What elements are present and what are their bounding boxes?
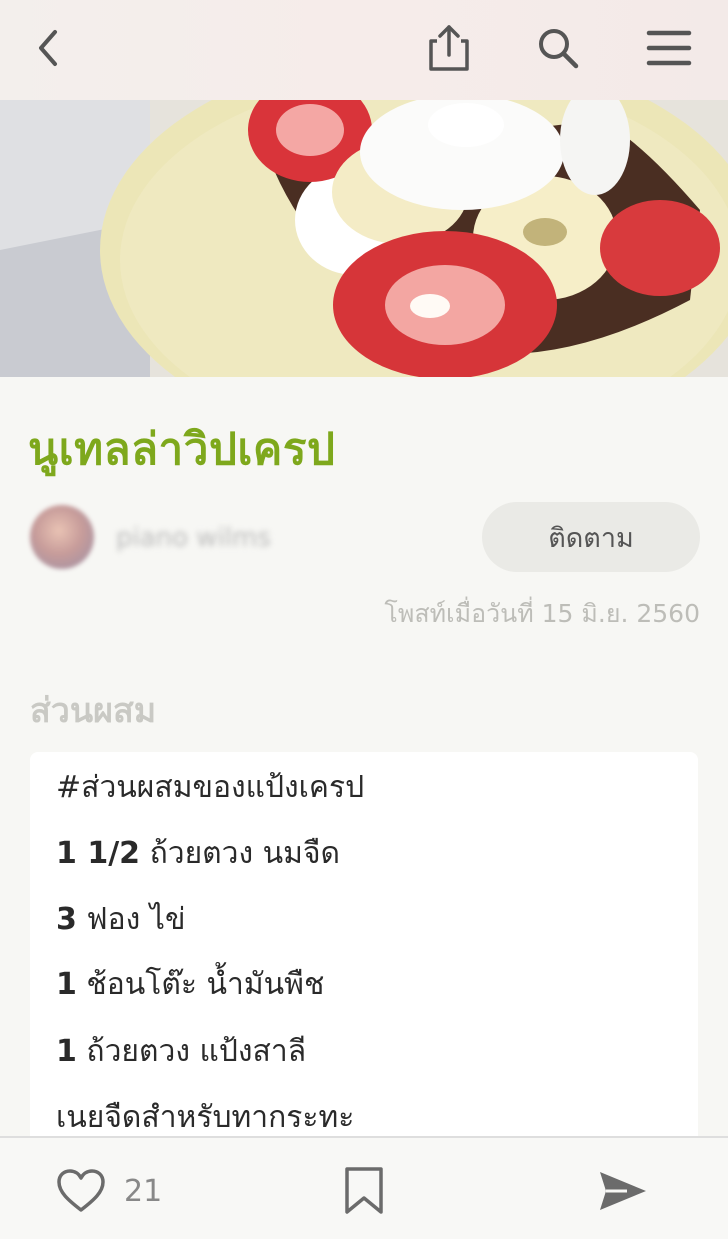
ingredient-quantity: 1 1/2 xyxy=(56,836,141,871)
ingredient-text: ถ้วยตวง นมจืด xyxy=(140,836,341,871)
bookmark-button[interactable] xyxy=(343,1166,385,1220)
ingredient-line: 1 ถ้วยตวง แป้งสาลี xyxy=(56,1028,306,1075)
ingredient-quantity: 3 xyxy=(56,902,77,937)
avatar[interactable] xyxy=(30,505,94,569)
ingredient-line: เนยจืดสำหรับทากระทะ xyxy=(56,1094,354,1141)
bottom-action-bar: 21 xyxy=(0,1136,728,1239)
share-icon xyxy=(429,25,469,71)
recipe-hero-image xyxy=(0,100,728,377)
ingredient-line: #ส่วนผสมของแป้งเครป xyxy=(56,764,364,811)
top-navigation-bar xyxy=(0,0,728,100)
heart-icon xyxy=(57,1169,105,1212)
ingredient-text: เนยจืดสำหรับทากระทะ xyxy=(56,1100,355,1135)
ingredient-text: #ส่วนผสมของแป้งเครป xyxy=(56,770,365,805)
ingredient-line: 1 1/2 ถ้วยตวง นมจืด xyxy=(56,830,340,877)
bookmark-icon xyxy=(345,1167,383,1214)
ingredient-text: ฟอง ไข่ xyxy=(76,902,186,937)
search-icon xyxy=(539,29,579,69)
share-button[interactable] xyxy=(421,20,477,76)
chevron-left-icon xyxy=(39,30,57,66)
posted-date: โพสท์เมื่อวันที่ 15 มิ.ย. 2560 xyxy=(384,599,700,628)
like-button[interactable] xyxy=(56,1168,106,1218)
hamburger-menu-icon xyxy=(646,30,692,66)
author-name[interactable]: piano wilms xyxy=(116,523,271,553)
ingredients-heading: ส่วนผสม xyxy=(30,691,157,731)
ingredient-text: ช้อนโต๊ะ น้ำมันพืช xyxy=(76,967,325,1002)
send-button[interactable] xyxy=(597,1168,649,1218)
back-button[interactable] xyxy=(20,20,76,76)
ingredient-line: 1 ช้อนโต๊ะ น้ำมันพืช xyxy=(56,961,324,1008)
ingredient-quantity: 1 xyxy=(56,1034,77,1069)
like-count: 21 xyxy=(124,1174,163,1209)
ingredient-quantity: 1 xyxy=(56,967,77,1002)
ingredient-line: 3 ฟอง ไข่ xyxy=(56,896,185,943)
send-icon xyxy=(600,1172,646,1210)
ingredient-text: ถ้วยตวง แป้งสาลี xyxy=(76,1034,307,1069)
search-button[interactable] xyxy=(530,20,586,76)
recipe-title: นูเทลล่าวิปเครป xyxy=(28,424,336,475)
follow-button[interactable]: ติดตาม xyxy=(482,502,700,572)
menu-button[interactable] xyxy=(641,20,697,76)
ingredients-card xyxy=(30,752,698,1152)
